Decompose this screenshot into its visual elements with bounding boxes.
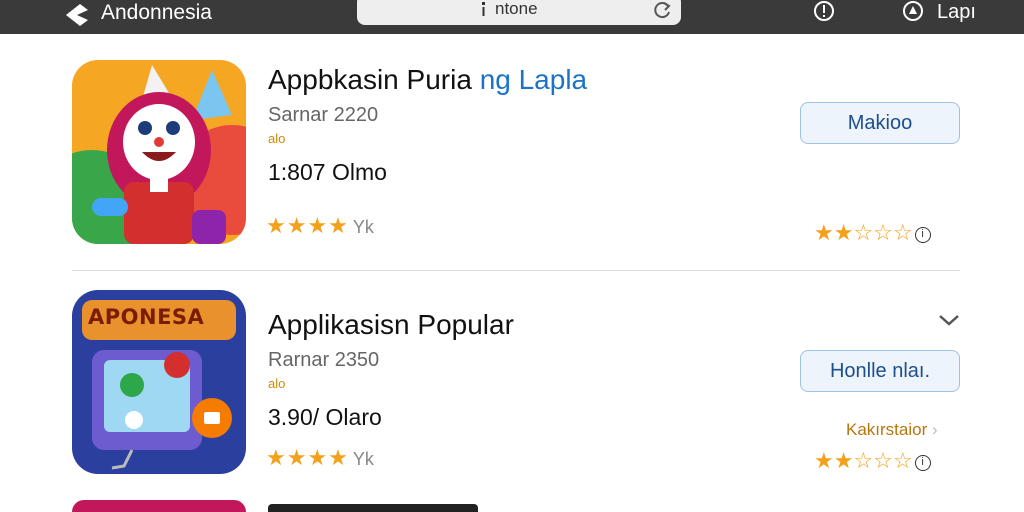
rating-count: Yk [352, 217, 374, 237]
account-icon[interactable] [902, 0, 924, 22]
install-button[interactable]: Honlle nlaı. [800, 350, 960, 392]
app-list-item-partial[interactable] [72, 500, 246, 512]
app-subtitle: Rarnar 2350 [268, 349, 380, 371]
top-right-label[interactable]: Lapı [937, 1, 976, 23]
user-rating-stars[interactable]: ★★☆☆☆ i [814, 221, 931, 245]
back-icon[interactable] [60, 2, 92, 28]
app-price: 1:807 Olmo [268, 159, 387, 185]
app-rating: ★★★★ Yk [266, 214, 374, 239]
app-title-partial [268, 504, 478, 512]
rating-stars: ★★★★ [266, 445, 349, 470]
rating-stars: ★★★★ [266, 213, 349, 238]
status-link[interactable]: Kakırstaior › [846, 421, 938, 439]
divider [72, 270, 960, 271]
app-icon-tablet[interactable]: APONESA [72, 290, 246, 474]
rating-info-icon[interactable]: i [914, 227, 931, 243]
info-icon[interactable] [813, 0, 835, 22]
address-text: ntone [495, 0, 538, 18]
user-rating-stars[interactable]: ★★☆☆☆ i [814, 449, 931, 473]
top-bar: Andonnesia ntone Lapı [0, 0, 1024, 34]
app-tag: alo [268, 376, 286, 391]
app-rating: ★★★★ Yk [266, 446, 374, 471]
app-icon-banner: APONESA [88, 305, 205, 329]
rating-count: Yk [352, 449, 374, 469]
app-tag: alo [268, 131, 286, 146]
app-title[interactable]: Appbkasin Puria ng Lapla [268, 64, 587, 96]
rating-info-icon[interactable]: i [914, 455, 931, 471]
chevron-down-icon[interactable] [937, 312, 961, 328]
app-subtitle: Sarnar 2220 [268, 104, 379, 126]
lock-icon [482, 2, 485, 16]
address-bar[interactable]: ntone [357, 0, 681, 25]
app-price: 3.90/ Olaro [268, 404, 382, 430]
install-button[interactable]: Makioo [800, 102, 960, 144]
brand-title: Andonnesia [101, 1, 212, 24]
app-icon-clown[interactable] [72, 60, 246, 244]
reload-icon[interactable] [651, 0, 673, 21]
app-title[interactable]: Applikasisn Popular [268, 309, 514, 341]
